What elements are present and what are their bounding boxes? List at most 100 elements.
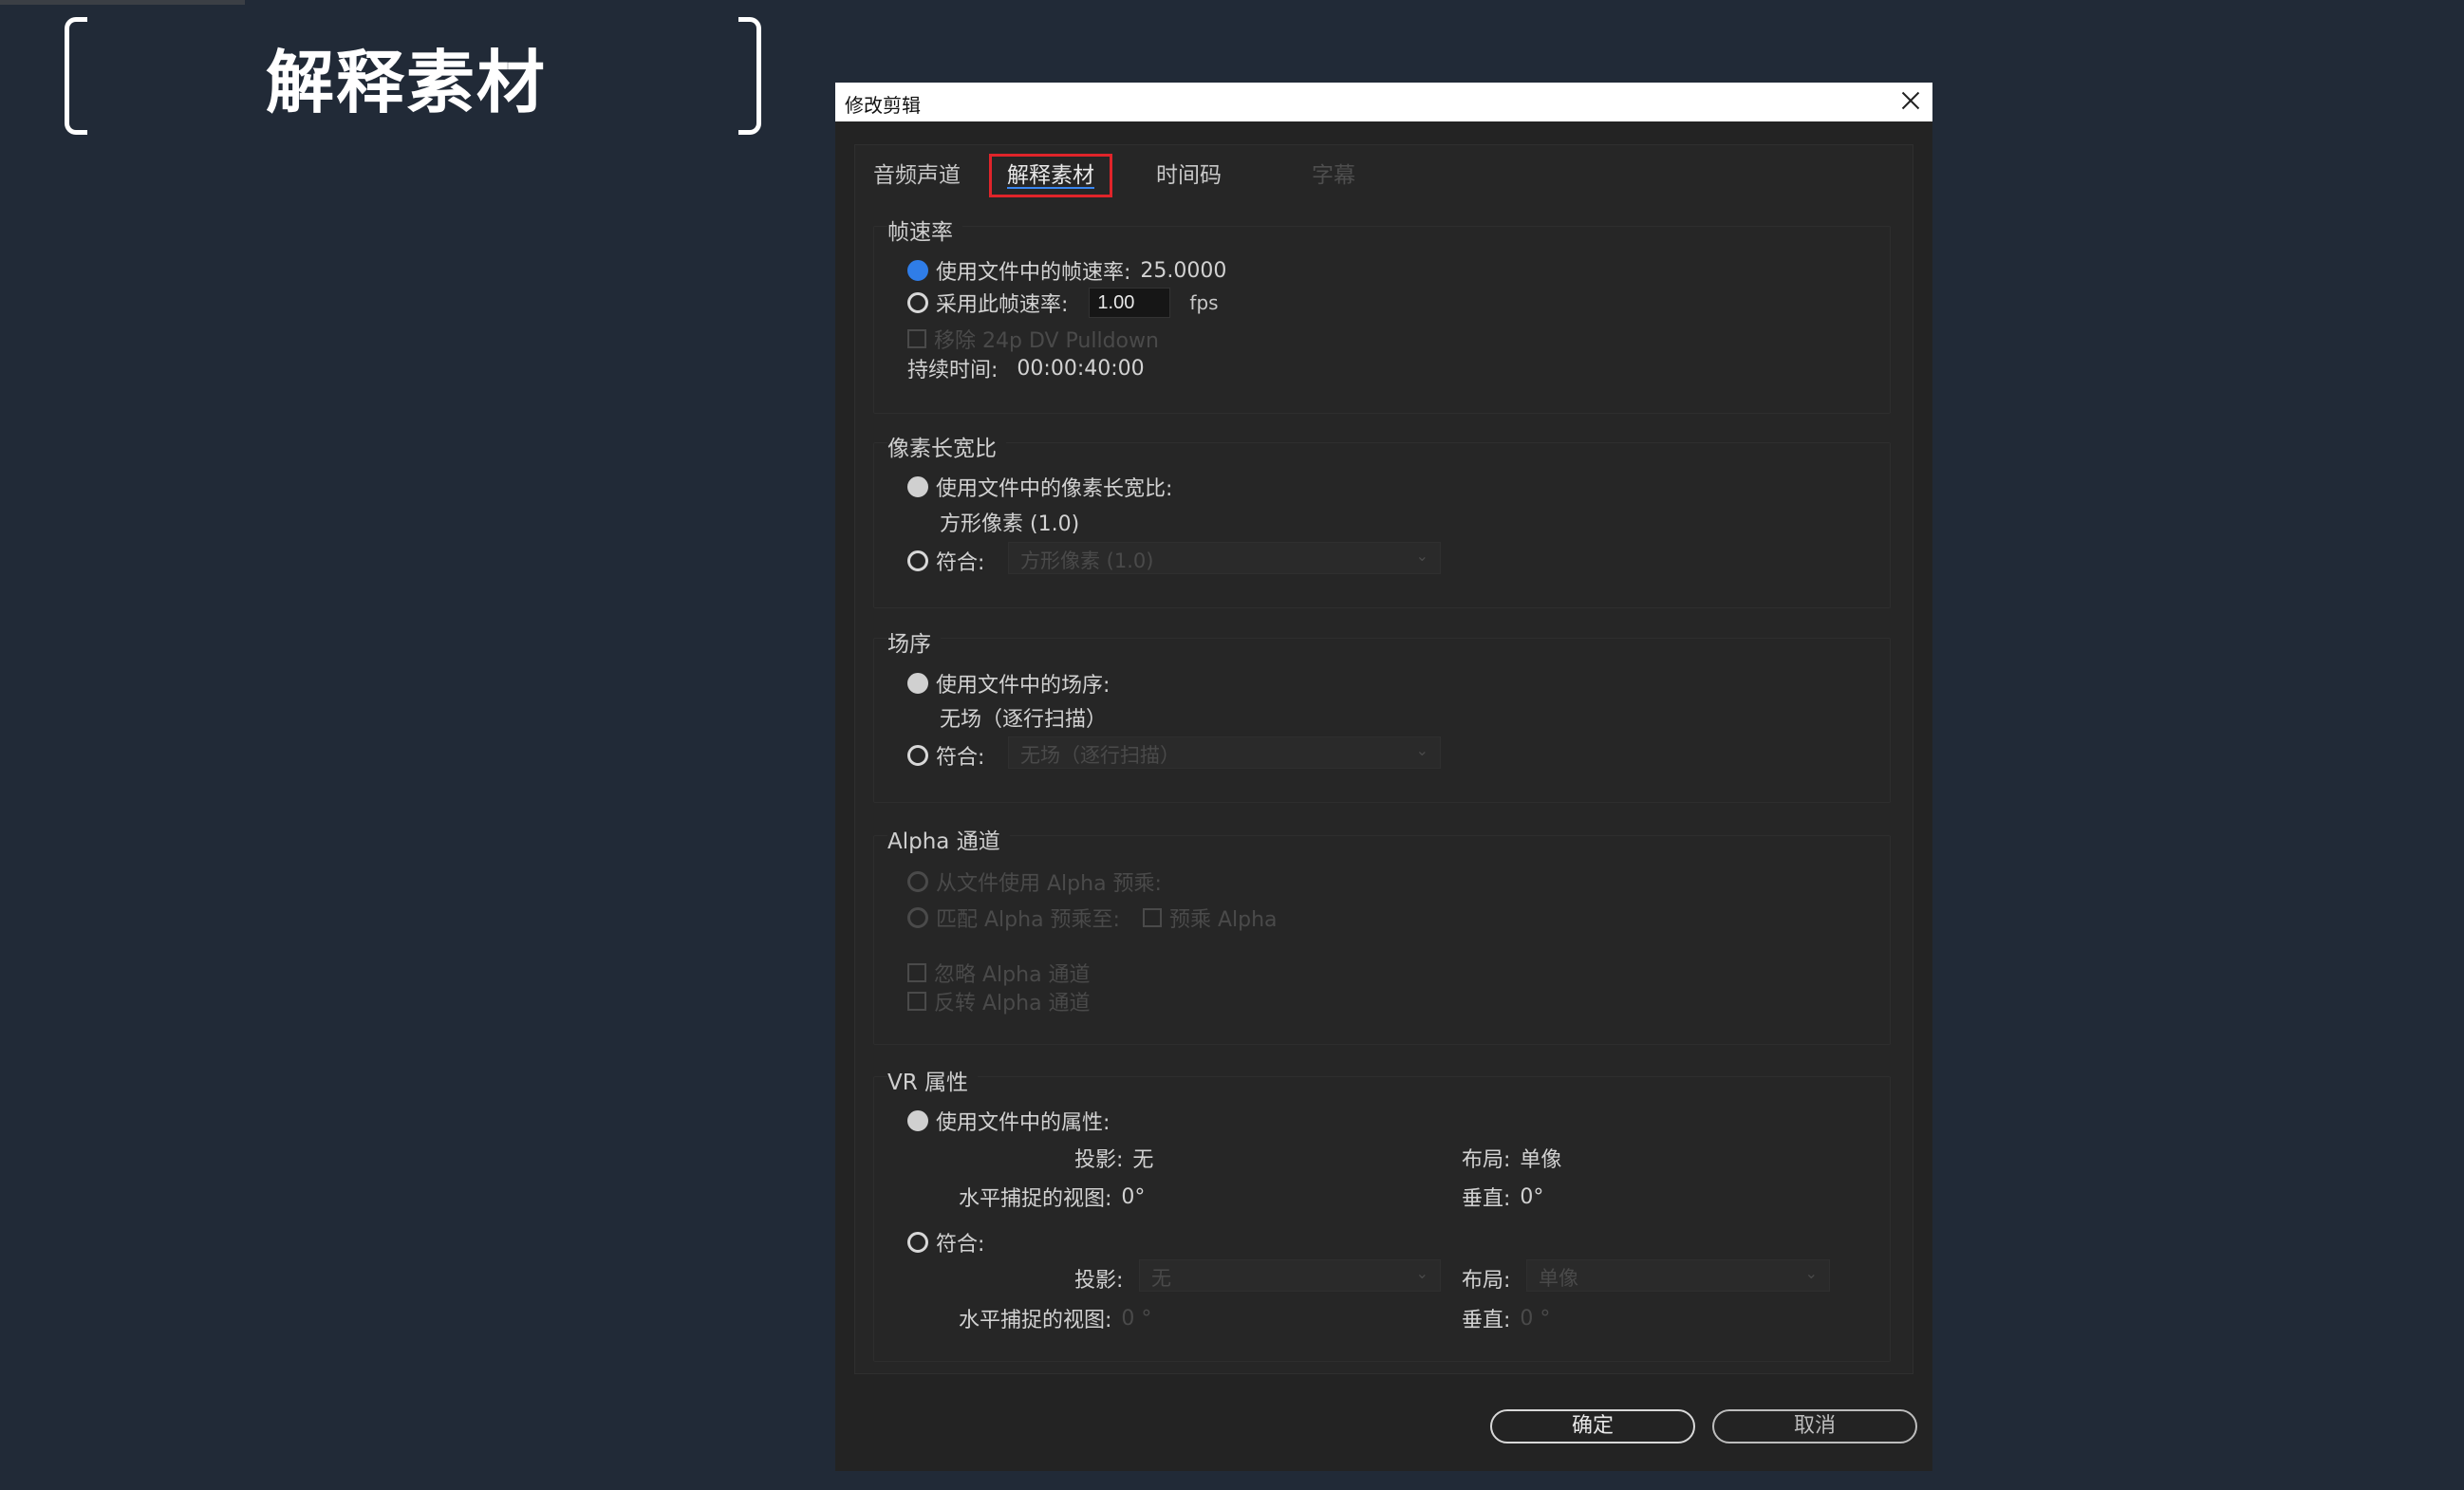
assume-frame-rate-label: 采用此帧速率: [936, 293, 1069, 317]
alpha-from-file-radio[interactable] [907, 871, 928, 892]
frame-rate-input[interactable] [1089, 288, 1171, 318]
vr-conform-layout-select[interactable]: 单像 ⌄ [1526, 1259, 1830, 1292]
file-pixel-aspect-value: 方形像素 (1.0) [940, 512, 1080, 536]
frame-rate-title: 帧速率 [887, 214, 962, 246]
right-bracket [738, 17, 761, 135]
vr-conform-vertical-label: 垂直: [1462, 1309, 1511, 1332]
chevron-down-icon: ⌄ [1415, 741, 1428, 759]
pixel-aspect-title: 像素长宽比 [887, 430, 1006, 462]
vr-use-file-row: 使用文件中的属性: [907, 1106, 1110, 1136]
vr-layout-label: 布局: [1462, 1148, 1511, 1172]
ignore-alpha-checkbox[interactable] [907, 963, 926, 982]
tab-timecode[interactable]: 时间码 [1156, 154, 1222, 197]
use-file-field-order-label: 使用文件中的场序: [936, 674, 1111, 698]
assume-frame-rate-row: 采用此帧速率: fps [907, 288, 1219, 318]
tab-audio-channels[interactable]: 音频声道 [873, 154, 961, 197]
ok-button[interactable]: 确定 [1490, 1409, 1695, 1443]
pulldown-checkbox[interactable] [907, 329, 926, 348]
alpha-channel-title: Alpha 通道 [887, 823, 1010, 855]
vr-conform-vertical-row: 垂直: 0 ° [1462, 1303, 1550, 1333]
pulldown-row: 移除 24p DV Pulldown [907, 324, 1159, 354]
invert-alpha-row: 反转 Alpha 通道 [907, 986, 1091, 1016]
premultiply-alpha-label: 预乘 Alpha [1168, 908, 1278, 932]
vr-conform-radio[interactable] [907, 1232, 928, 1253]
vr-vertical-value: 0° [1520, 1184, 1544, 1209]
vr-use-file-label: 使用文件中的属性: [936, 1111, 1111, 1135]
vr-conform-hview-value[interactable]: 0 ° [1121, 1307, 1151, 1331]
chevron-down-icon: ⌄ [1415, 1264, 1428, 1282]
vr-conform-projection-label: 投影: [1074, 1269, 1124, 1293]
file-field-order-value: 无场（逐行扫描） [940, 708, 1108, 732]
conform-pixel-aspect-select[interactable]: 方形像素 (1.0) ⌄ [1008, 542, 1441, 574]
assume-frame-rate-radio[interactable] [907, 292, 928, 313]
section-frame-rate: 帧速率 [873, 214, 1891, 414]
chevron-down-icon: ⌄ [1415, 547, 1428, 565]
vr-hview-row: 水平捕捉的视图: 0° [959, 1182, 1145, 1212]
top-edge-bar [0, 0, 245, 5]
tab-captions[interactable]: 字幕 [1312, 154, 1355, 197]
conform-field-order-value: 无场（逐行扫描） [1020, 744, 1180, 767]
vr-conform-hview-label: 水平捕捉的视图: [959, 1309, 1112, 1332]
use-file-frame-rate-label: 使用文件中的帧速率: [936, 261, 1131, 285]
pulldown-label: 移除 24p DV Pulldown [934, 329, 1159, 353]
use-file-pixel-aspect-row: 使用文件中的像素长宽比: [907, 472, 1172, 502]
premultiply-alpha-checkbox[interactable] [1142, 908, 1162, 927]
vr-vertical-label: 垂直: [1462, 1187, 1511, 1211]
conform-field-order-label: 符合: [936, 746, 985, 770]
active-tab-underline [1007, 187, 1094, 189]
tab-interpret-footage-label: 解释素材 [1007, 163, 1094, 188]
use-file-frame-rate-row: 使用文件中的帧速率: 25.0000 [907, 255, 1226, 286]
vr-projection-row: 投影: 无 [1074, 1143, 1153, 1173]
duration-value: 00:00:40:00 [1017, 356, 1145, 381]
conform-pixel-aspect-label: 符合: [936, 551, 985, 575]
conform-pixel-aspect-value: 方形像素 (1.0) [1020, 549, 1154, 572]
left-bracket [65, 17, 87, 135]
conform-field-order-row: 符合: [907, 740, 984, 771]
use-file-frame-rate-radio[interactable] [907, 260, 928, 281]
dialog-title: 修改剪辑 [845, 94, 921, 117]
alpha-match-radio[interactable] [907, 907, 928, 928]
duration-label: 持续时间: [907, 359, 999, 382]
vr-layout-value: 单像 [1520, 1148, 1562, 1172]
vr-conform-layout-label: 布局: [1462, 1269, 1511, 1293]
invert-alpha-label: 反转 Alpha 通道 [934, 992, 1091, 1015]
conform-pixel-aspect-row: 符合: [907, 546, 984, 576]
use-file-pixel-aspect-label: 使用文件中的像素长宽比: [936, 477, 1173, 501]
conform-field-order-radio[interactable] [907, 745, 928, 766]
alpha-match-label: 匹配 Alpha 预乘至: [936, 908, 1120, 932]
vr-projection-value: 无 [1132, 1148, 1154, 1172]
vr-use-file-radio[interactable] [907, 1110, 928, 1131]
duration-row: 持续时间: 00:00:40:00 [907, 353, 1145, 383]
vr-conform-vertical-value[interactable]: 0 ° [1520, 1307, 1550, 1331]
modify-clip-dialog: 修改剪辑 音频声道 解释素材 时间码 字幕 帧速率 使用文件中的帧速率: 25.… [835, 83, 1932, 1471]
fps-unit: fps [1189, 291, 1219, 314]
conform-field-order-select[interactable]: 无场（逐行扫描） ⌄ [1008, 736, 1441, 769]
vr-conform-projection-value: 无 [1151, 1267, 1171, 1290]
conform-pixel-aspect-radio[interactable] [907, 550, 928, 571]
vr-properties-title: VR 属性 [887, 1064, 979, 1096]
vr-projection-label: 投影: [1074, 1148, 1124, 1172]
ignore-alpha-label: 忽略 Alpha 通道 [934, 963, 1091, 987]
field-order-title: 场序 [887, 625, 941, 658]
vr-conform-projection-select[interactable]: 无 ⌄ [1139, 1259, 1441, 1292]
page-heading: 解释素材 [266, 43, 548, 122]
chevron-down-icon: ⌄ [1804, 1264, 1818, 1282]
alpha-from-file-row: 从文件使用 Alpha 预乘: [907, 866, 1162, 897]
vr-conform-label: 符合: [936, 1233, 985, 1257]
vr-hview-label: 水平捕捉的视图: [959, 1187, 1112, 1211]
close-icon[interactable] [1896, 86, 1925, 115]
use-file-field-order-row: 使用文件中的场序: [907, 668, 1110, 698]
use-file-field-order-radio[interactable] [907, 673, 928, 694]
alpha-from-file-label: 从文件使用 Alpha 预乘: [936, 872, 1162, 896]
cancel-button[interactable]: 取消 [1712, 1409, 1917, 1443]
ignore-alpha-row: 忽略 Alpha 通道 [907, 958, 1091, 988]
dialog-titlebar: 修改剪辑 [835, 83, 1932, 121]
vr-conform-row: 符合: [907, 1227, 984, 1257]
vr-vertical-row: 垂直: 0° [1462, 1182, 1543, 1212]
vr-hview-value: 0° [1121, 1184, 1146, 1209]
tab-interpret-footage[interactable]: 解释素材 [989, 154, 1112, 197]
invert-alpha-checkbox[interactable] [907, 992, 926, 1011]
alpha-match-row: 匹配 Alpha 预乘至: 预乘 Alpha [907, 903, 1278, 933]
use-file-pixel-aspect-radio[interactable] [907, 476, 928, 497]
vr-conform-layout-value: 单像 [1539, 1267, 1578, 1290]
